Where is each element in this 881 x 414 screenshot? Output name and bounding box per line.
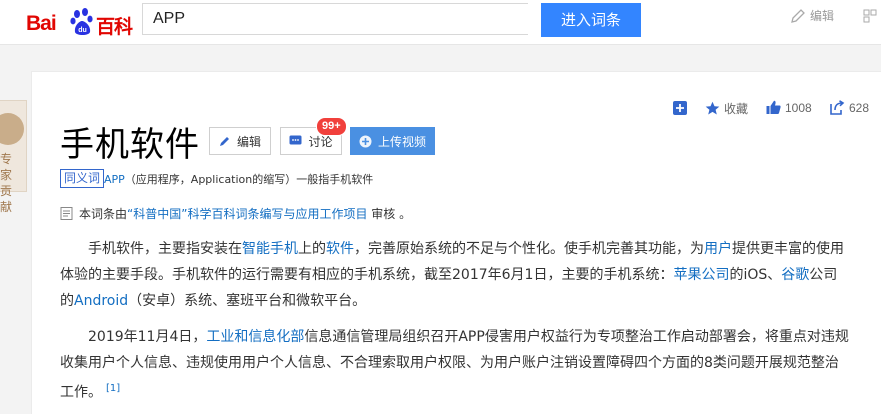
document-icon [60,207,73,220]
expert-icon [0,113,24,145]
star-icon [705,101,720,115]
synonym-tag[interactable]: 同义词 [60,169,105,188]
share-count: 628 [849,100,870,115]
thumbs-up-icon [766,100,781,114]
upload-video-button[interactable]: 上传视频 [350,127,435,155]
like-count: 1008 [785,100,812,115]
logo-baike-text: 百科 [96,16,133,38]
synonym-rest-text: （应用程序，Application的缩写）一般指手机软件 [124,173,374,186]
top-bar: Bai du 百科 进入词条 编辑 [0,0,881,45]
logo-du-text: du [78,27,87,34]
link-android[interactable]: Android [74,293,128,309]
paragraph-2: 2019年11月4日，工业和信息化部信息通信管理局组织召开APP侵害用户权益行为… [60,324,850,406]
top-edit-link[interactable]: 编辑 [790,7,834,24]
para1-text-1: 手机软件，主要指安装在 [88,241,242,257]
pencil-icon [219,137,229,146]
search-input[interactable] [142,3,528,35]
para1-text-7: （安卓）系统、塞班平台和微软平台。 [128,293,367,309]
share-button[interactable]: 628 [830,100,869,115]
edit-button-label: 编辑 [236,134,261,149]
baidu-baike-logo[interactable]: Bai du 百科 [26,8,134,38]
discuss-count-badge: 99+ [316,117,347,136]
para2-text-1: 2019年11月4日， [88,329,207,345]
review-project-link[interactable]: “科普中国”科学百科词条编写与应用工作项目 [127,207,367,221]
baidu-paw-icon: du [70,8,93,35]
favorite-label: 收藏 [724,102,749,116]
add-plus-icon[interactable] [673,101,687,115]
enter-entry-button[interactable]: 进入词条 [541,3,641,37]
review-suffix: 审核 。 [367,207,412,221]
expert-contribution-badge[interactable]: 专家贡献 [0,100,27,214]
link-google[interactable]: 谷歌 [781,267,809,283]
chat-bubble-icon [289,135,302,145]
top-edit-label: 编辑 [810,9,835,23]
logo-bai-text: Bai [26,12,57,35]
paragraph-1: 手机软件，主要指安装在智能手机上的软件，完善原始系统的不足与个性化。使手机完善其… [60,236,850,314]
pencil-icon [791,8,805,23]
para1-text-5: 的iOS、 [729,267,782,283]
link-smartphone[interactable]: 智能手机 [242,241,298,257]
expert-contribution-label: 专家贡献 [0,152,13,214]
page-title: 手机软件 [60,125,200,165]
upload-video-label: 上传视频 [377,134,426,149]
grid-menu-icon[interactable] [862,8,878,24]
link-miit[interactable]: 工业和信息化部 [206,329,304,345]
favorite-button[interactable]: 收藏 [705,100,748,117]
share-icon [830,100,845,115]
edit-button[interactable]: 编辑 [209,127,271,155]
like-button[interactable]: 1008 [766,100,812,115]
synonym-term-link[interactable]: APP [104,173,125,186]
link-apple[interactable]: 苹果公司 [673,267,729,283]
para1-text-3: ，完善原始系统的不足与个性化。使手机完善其功能，为 [354,241,704,257]
link-user[interactable]: 用户 [704,241,732,257]
link-software[interactable]: 软件 [326,241,354,257]
review-prefix: 本词条由 [79,207,128,221]
reference-link[interactable]: [1] [106,383,120,394]
plus-circle-icon [359,135,372,147]
synonym-description: APP（应用程序，Application的缩写）一般指手机软件 [104,171,373,187]
para1-text-2: 上的 [298,241,326,257]
review-notice: 本词条由“科普中国”科学百科词条编写与应用工作项目 审核 。 [60,205,411,222]
